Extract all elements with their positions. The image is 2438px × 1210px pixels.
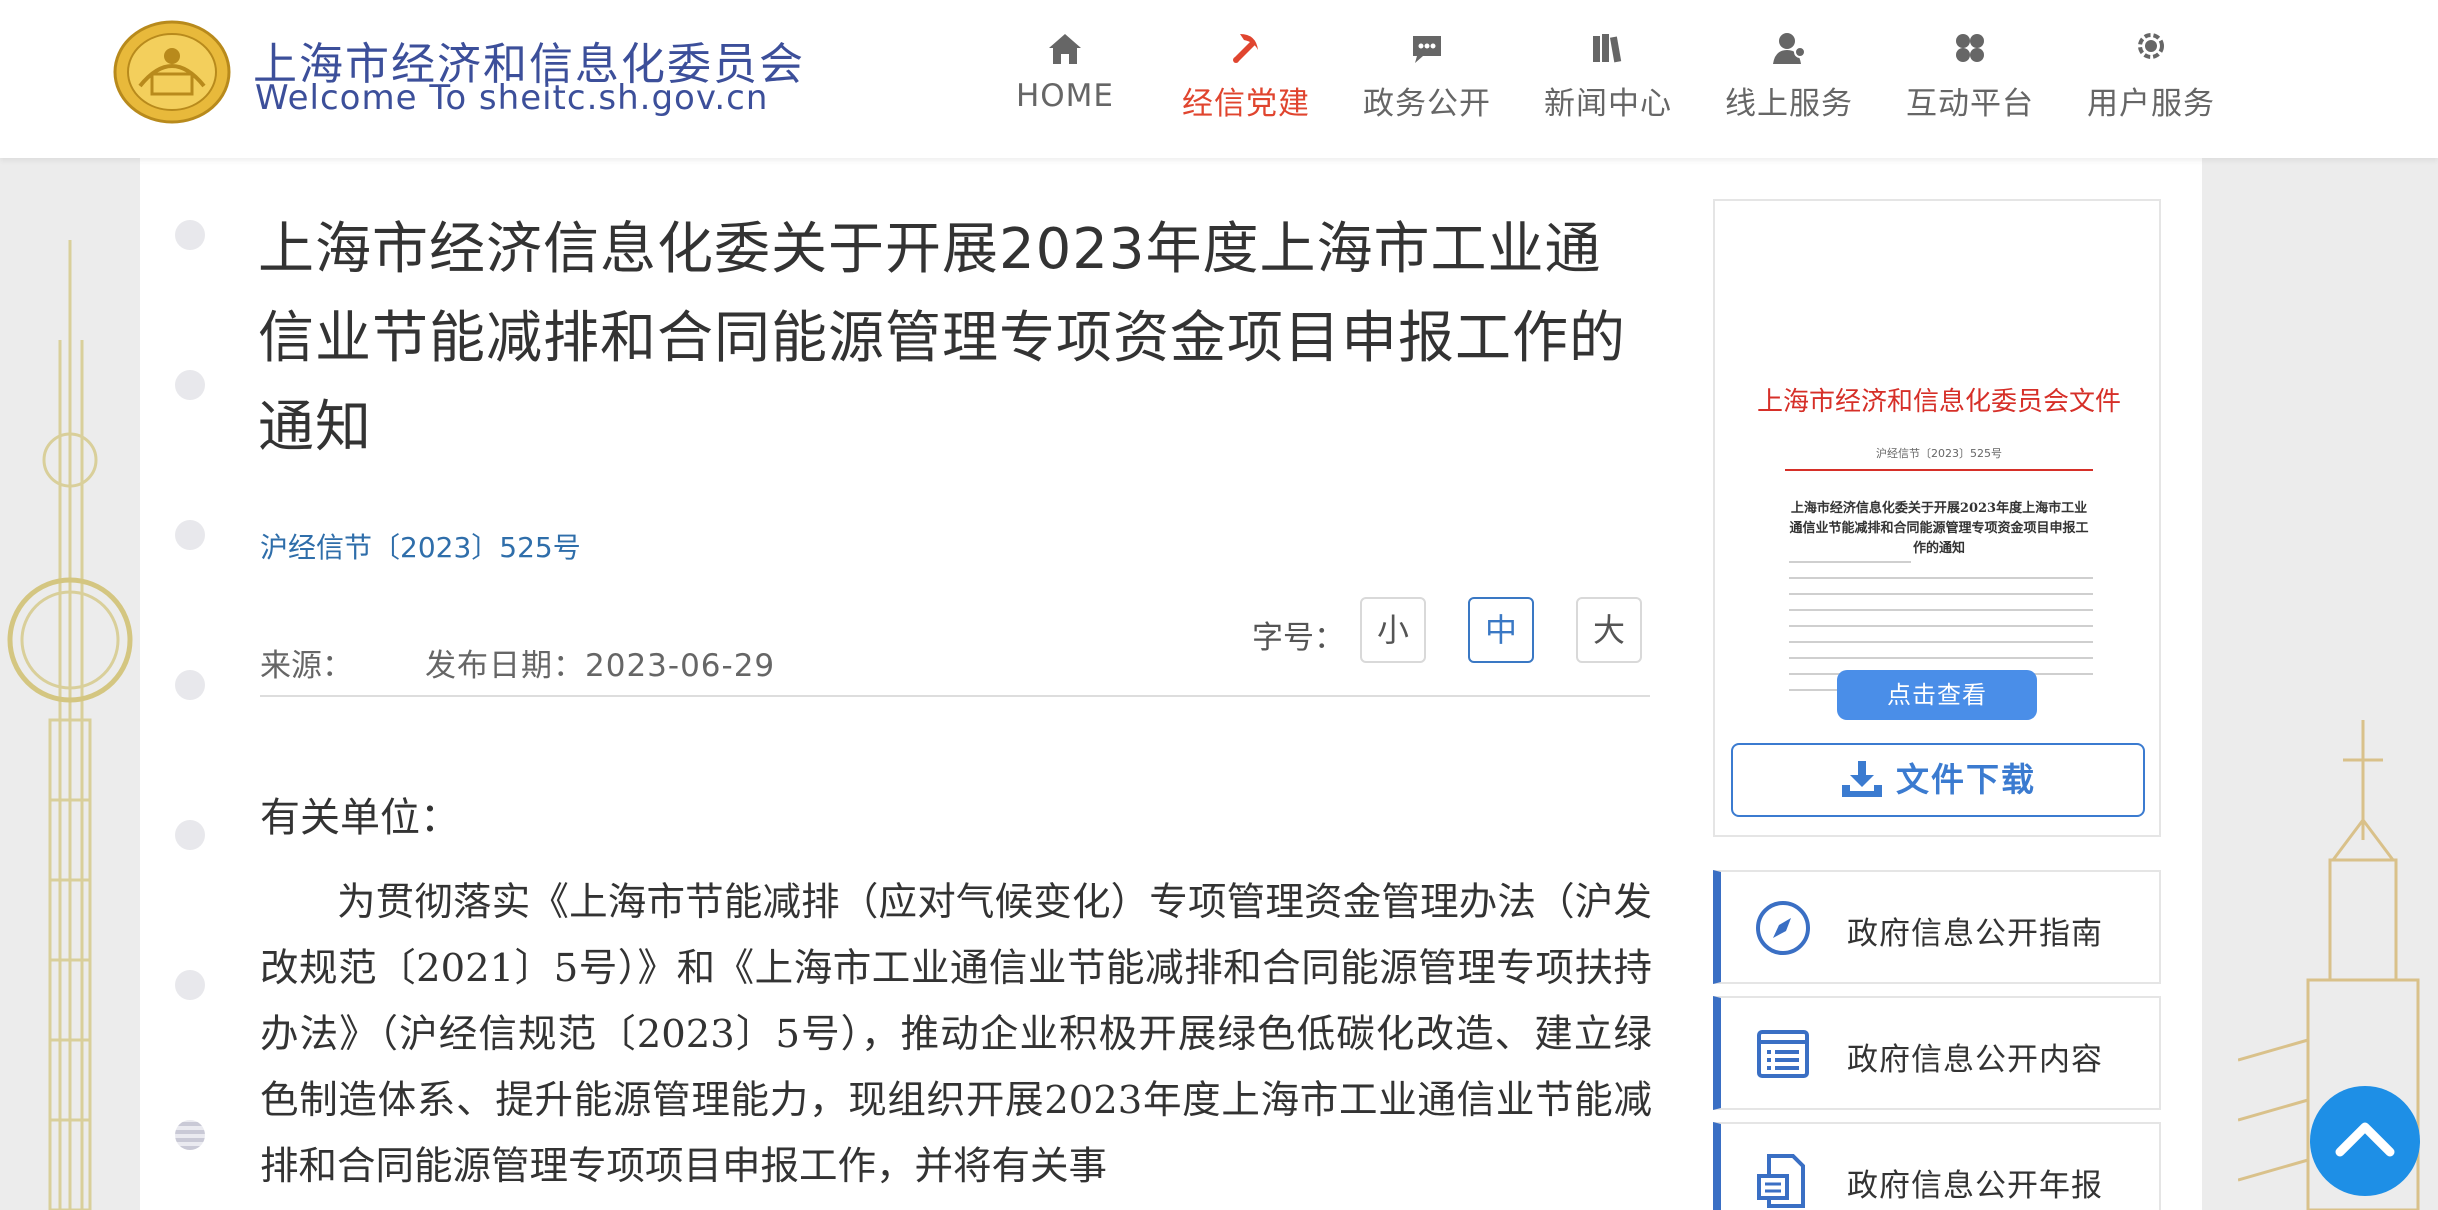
sidebar-link-label: 政府信息公开内容 xyxy=(1847,1042,2103,1078)
nav-item-label: HOME xyxy=(1015,78,1115,114)
download-label: 文件下载 xyxy=(1896,760,2036,799)
site-header: 上海市经济和信息化委员会 Welcome To sheitc.sh.gov.cn… xyxy=(0,0,2438,158)
preview-document-title: 上海市经济信息化委关于开展2023年度上海市工业通信业节能减排和合同能源管理专项… xyxy=(1789,501,2089,556)
nav-item-label: 经信党建 xyxy=(1182,86,1310,122)
side-dot xyxy=(175,670,205,700)
preview-document-number: 沪经信节〔2023〕525号 xyxy=(1876,447,2002,460)
sidebar-link-annual-report[interactable]: 政府信息公开年报 xyxy=(1713,1122,2161,1210)
side-dot xyxy=(175,520,205,550)
nav-item-interaction-platform[interactable]: 互动平台 xyxy=(1885,20,2055,140)
home-icon xyxy=(1049,34,1081,64)
font-size-medium-button[interactable]: 中 xyxy=(1468,597,1534,663)
side-dot xyxy=(175,820,205,850)
back-to-top-button[interactable] xyxy=(2310,1086,2420,1196)
preview-document-header: 上海市经济和信息化委员会文件 xyxy=(1756,387,2121,417)
compass-icon xyxy=(1756,901,1810,955)
side-dot xyxy=(175,370,205,400)
sidebar-link-label: 政府信息公开指南 xyxy=(1847,916,2103,952)
meta-divider xyxy=(260,695,1650,697)
source-label: 来源： xyxy=(260,648,353,684)
list-document-icon xyxy=(1757,1030,1809,1078)
skyline-decoration-right xyxy=(2238,720,2420,1210)
nav-item-government-affairs[interactable]: 政务公开 xyxy=(1342,20,1512,140)
article-body: 为贯彻落实《上海市节能减排（应对气候变化）专项管理资金管理办法（沪发改规范〔20… xyxy=(260,880,1652,1189)
side-dot xyxy=(175,220,205,250)
nav-item-user-service[interactable]: 用户服务 xyxy=(2066,20,2236,140)
nav-item-online-service[interactable]: 线上服务 xyxy=(1704,20,1874,140)
article-title: 上海市经济信息化委关于开展2023年度上海市工业通信业节能减排和合同能源管理专项… xyxy=(258,217,1626,460)
chat-bubble-icon xyxy=(1413,36,1441,63)
file-download-button[interactable]: 文件下载 xyxy=(1731,743,2145,817)
books-icon xyxy=(1593,34,1622,63)
nav-item-home[interactable]: HOME xyxy=(980,20,1150,140)
salutation: 有关单位： xyxy=(260,795,460,841)
report-document-icon xyxy=(1757,1154,1805,1208)
font-size-large-button[interactable]: 大 xyxy=(1576,597,1642,663)
sidebar-link-disclosure-guide[interactable]: 政府信息公开指南 xyxy=(1713,870,2161,984)
document-number: 沪经信节〔2023〕525号 xyxy=(260,531,581,564)
download-icon xyxy=(1842,760,1882,797)
nav-item-label: 线上服务 xyxy=(1725,86,1853,122)
municipal-emblem-logo[interactable] xyxy=(112,16,232,124)
nav-item-label: 用户服务 xyxy=(2087,86,2215,122)
clover-icon xyxy=(1956,34,1984,62)
font-size-small-button[interactable]: 小 xyxy=(1360,597,1426,663)
side-dot xyxy=(175,970,205,1000)
nav-item-label: 新闻中心 xyxy=(1544,86,1672,122)
party-emblem-icon xyxy=(1233,34,1258,63)
font-size-label: 字号： xyxy=(1252,620,1345,656)
preview-red-rule xyxy=(1785,469,2093,471)
user-settings-icon xyxy=(2138,33,2164,59)
site-subtitle: Welcome To sheitc.sh.gov.cn xyxy=(255,78,769,118)
document-preview-card[interactable]: 上海市经济和信息化委员会文件 沪经信节〔2023〕525号 上海市经济信息化委关… xyxy=(1713,199,2161,837)
chevron-up-icon xyxy=(2335,1122,2395,1157)
nav-item-party-building[interactable]: 经信党建 xyxy=(1161,20,1331,140)
view-document-button[interactable]: 点击查看 xyxy=(1837,670,2037,720)
nav-item-label: 互动平台 xyxy=(1906,86,2034,122)
publish-date: 发布日期：2023-06-29 xyxy=(425,648,776,684)
sidebar-link-label: 政府信息公开年报 xyxy=(1847,1168,2103,1204)
nav-item-news-center[interactable]: 新闻中心 xyxy=(1523,20,1693,140)
side-dot xyxy=(175,1120,205,1150)
nav-item-label: 政务公开 xyxy=(1363,86,1491,122)
user-service-icon xyxy=(1773,33,1806,64)
sidebar-link-disclosure-content[interactable]: 政府信息公开内容 xyxy=(1713,996,2161,1110)
